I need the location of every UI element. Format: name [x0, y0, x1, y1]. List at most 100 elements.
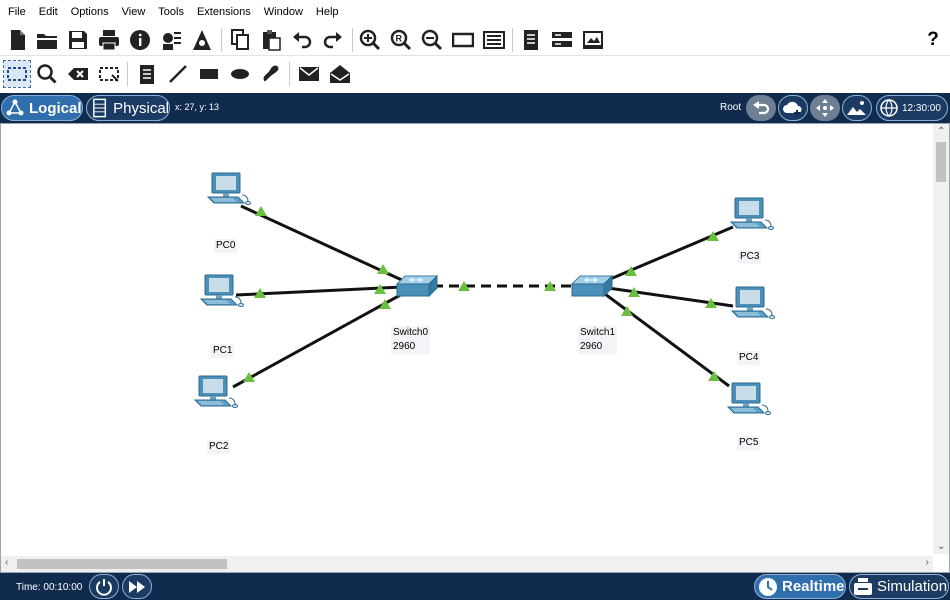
physical-rack-icon [93, 98, 107, 118]
topology-canvas[interactable] [1, 124, 933, 556]
viewport-clock[interactable]: 12:30:00 [876, 95, 948, 121]
menu-extensions[interactable]: Extensions [197, 6, 251, 18]
zoom-reset-icon[interactable]: R [388, 27, 414, 53]
vertical-scroll-thumb[interactable] [936, 142, 946, 182]
device-label-pc3[interactable]: PC3 [738, 250, 762, 264]
note-icon[interactable] [134, 61, 160, 87]
simple-pdu-icon[interactable] [296, 61, 322, 87]
switch-icon[interactable] [571, 275, 613, 297]
scroll-left-icon[interactable]: ‹ [5, 557, 8, 568]
info-icon[interactable] [127, 27, 153, 53]
link-pc0-switch0[interactable] [240, 204, 405, 283]
set-background-button[interactable] [842, 95, 872, 121]
device-label-pc1[interactable]: PC1 [211, 344, 235, 358]
help-icon[interactable]: ? [920, 27, 946, 53]
mode-bar: Logical Physical x: 27, y: 13 Root 12:30… [0, 93, 950, 123]
tab-logical[interactable]: Logical [1, 95, 83, 121]
pc-icon[interactable] [194, 375, 238, 408]
redo-icon[interactable] [320, 27, 346, 53]
zoom-out-icon[interactable] [419, 27, 445, 53]
device-label-pc5[interactable]: PC5 [737, 436, 761, 450]
power-cycle-button[interactable] [89, 574, 119, 599]
menu-tools[interactable]: Tools [158, 6, 184, 18]
ellipse-icon[interactable] [227, 61, 253, 87]
logical-topology-icon [6, 99, 24, 116]
device-label-switch0[interactable]: Switch0 2960 [391, 326, 431, 354]
pc-icon[interactable] [727, 382, 771, 415]
pc-icon[interactable] [730, 197, 774, 230]
device-label-pc2[interactable]: PC2 [207, 440, 231, 454]
move-arrows-icon [816, 99, 834, 117]
complex-pdu-icon[interactable] [327, 61, 353, 87]
back-button[interactable] [746, 95, 776, 121]
palette-icon[interactable] [481, 27, 507, 53]
select-icon[interactable] [3, 60, 31, 88]
menu-view[interactable]: View [122, 6, 146, 18]
copy-icon[interactable] [227, 27, 253, 53]
back-arrow-icon [753, 101, 770, 115]
scroll-down-icon[interactable]: ⌄ [937, 541, 945, 552]
horizontal-scroll-thumb[interactable] [17, 559, 227, 569]
device-label-pc4[interactable]: PC4 [737, 351, 761, 365]
open-folder-icon[interactable] [34, 27, 60, 53]
move-object-button[interactable] [810, 95, 840, 121]
drawing-toolbar [0, 57, 950, 92]
horizontal-scrollbar[interactable]: ‹ › [1, 556, 933, 572]
device-name: PC2 [209, 441, 229, 452]
tab-physical[interactable]: Physical [86, 95, 170, 121]
device-label-switch1[interactable]: Switch1 2960 [578, 326, 618, 354]
new-file-icon[interactable] [4, 27, 30, 53]
menu-file[interactable]: File [8, 6, 26, 18]
menu-help[interactable]: Help [316, 6, 339, 18]
pdu-icon[interactable] [580, 27, 606, 53]
switch-icon[interactable] [396, 275, 438, 297]
link-pc2-switch0[interactable] [232, 291, 405, 389]
vertical-scrollbar[interactable]: ⌃ ⌄ [933, 124, 949, 554]
delete-icon[interactable] [65, 61, 91, 87]
custom-device-icon[interactable] [518, 27, 544, 53]
rectangle-icon[interactable] [196, 61, 222, 87]
save-icon[interactable] [65, 27, 91, 53]
pc-icon[interactable] [731, 286, 775, 319]
menu-options[interactable]: Options [71, 6, 109, 18]
root-breadcrumb[interactable]: Root [720, 102, 741, 113]
device-label-pc0[interactable]: PC0 [214, 239, 238, 253]
pc-icon[interactable] [200, 274, 244, 307]
pc-icon[interactable] [207, 172, 251, 205]
device-name: PC1 [213, 345, 233, 356]
link-switch1-pc4[interactable] [607, 286, 734, 308]
cursor-coordinates: x: 27, y: 13 [175, 102, 220, 112]
inspect-icon[interactable] [34, 61, 60, 87]
paste-icon[interactable] [258, 27, 284, 53]
globe-icon [880, 99, 898, 117]
device-name: Switch0 [393, 327, 429, 338]
freeform-icon[interactable] [258, 61, 284, 87]
resize-icon[interactable] [96, 61, 122, 87]
line-icon[interactable] [165, 61, 191, 87]
logical-workspace[interactable]: PC0 PC1 PC2 PC3 PC4 PC5 Switch0 2960 Switch1 2960… [0, 123, 950, 573]
scroll-right-icon[interactable]: › [926, 557, 929, 568]
activity-wizard-icon[interactable] [189, 27, 215, 53]
viewport-icon[interactable] [450, 27, 476, 53]
device-name: PC3 [740, 251, 760, 262]
main-toolbar: R ? [0, 24, 950, 56]
menu-window[interactable]: Window [264, 6, 303, 18]
cluster-icon[interactable] [549, 27, 575, 53]
scroll-up-icon[interactable]: ⌃ [937, 126, 945, 137]
links-layer [232, 204, 734, 389]
device-name: PC0 [216, 240, 236, 251]
fast-forward-button[interactable] [122, 574, 152, 599]
landscape-image-icon [847, 101, 866, 115]
stopwatch-icon [854, 577, 872, 595]
network-wizard-icon[interactable] [158, 27, 184, 53]
device-model: 2960 [393, 341, 416, 352]
simulation-time: Time: 00:10:00 [16, 582, 83, 593]
menu-bar: File Edit Options View Tools Extensions … [0, 0, 950, 24]
menu-edit[interactable]: Edit [39, 6, 58, 18]
zoom-in-icon[interactable] [357, 27, 383, 53]
simulation-mode-button[interactable]: Simulation [849, 574, 949, 599]
new-cluster-button[interactable] [778, 95, 808, 121]
undo-icon[interactable] [289, 27, 315, 53]
print-icon[interactable] [96, 27, 122, 53]
realtime-mode-button[interactable]: Realtime [754, 574, 846, 599]
